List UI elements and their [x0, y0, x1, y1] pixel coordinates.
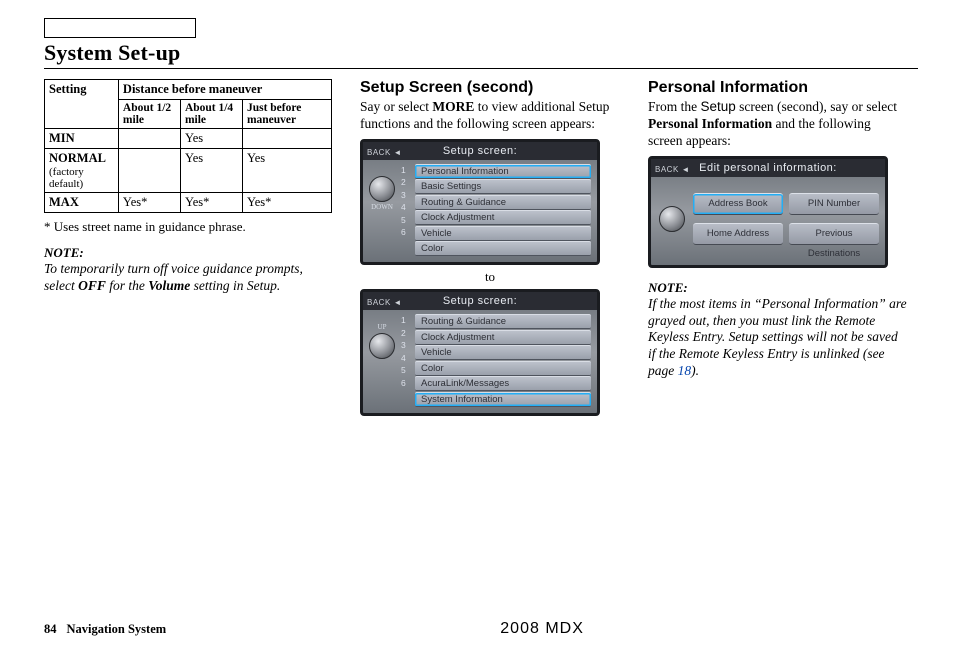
list-item[interactable]: Routing & Guidance	[415, 195, 591, 210]
setup-intro: Say or select MORE to view additional Se…	[360, 99, 620, 133]
device-titlebar: BACK ◄ Setup screen:	[363, 142, 597, 160]
note-body: If the most items in “Personal Informati…	[648, 296, 908, 380]
column-middle: Setup Screen (second) Say or select MORE…	[360, 79, 620, 609]
menu-list-1: Personal Information Basic Settings Rout…	[415, 164, 591, 257]
page-link[interactable]: 18	[678, 363, 692, 378]
device-title: Setup screen:	[443, 145, 517, 157]
list-item[interactable]: Clock Adjustment	[415, 210, 591, 225]
table-row: NORMAL(factory default) Yes Yes	[45, 149, 332, 193]
th-distance: Distance before maneuver	[118, 80, 331, 100]
list-item[interactable]: Color	[415, 361, 591, 376]
list-numbers: 1 2 3 4 5 6	[401, 164, 411, 238]
list-item[interactable]: Clock Adjustment	[415, 330, 591, 345]
list-numbers: 1 2 3 4 5 6	[401, 314, 411, 388]
page-number: 84	[44, 622, 57, 637]
note-body: To temporarily turn off voice guidance p…	[44, 261, 332, 295]
footer-label: Navigation System	[67, 622, 167, 637]
setup-screen-device-2: BACK ◄ Setup screen: UP 1 2 3 4 5 6	[360, 289, 600, 416]
list-item[interactable]: Vehicle	[415, 226, 591, 241]
knob-icon	[369, 333, 395, 359]
table-row: MAX Yes* Yes* Yes*	[45, 193, 332, 213]
device-titlebar: BACK ◄ Edit personal information:	[651, 159, 885, 177]
page-title: System Set-up	[44, 40, 918, 66]
personal-info-device: BACK ◄ Edit personal information: Addres…	[648, 156, 888, 268]
model-label: 2008 MDX	[166, 620, 918, 638]
list-item[interactable]: Color	[415, 241, 591, 256]
home-address-button[interactable]: Home Address	[693, 223, 783, 245]
footnote: * Uses street name in guidance phrase.	[44, 219, 332, 235]
table-row: MIN Yes	[45, 129, 332, 149]
back-label: BACK ◄	[367, 294, 402, 312]
back-label: BACK ◄	[367, 144, 402, 162]
th-setting: Setting	[45, 80, 119, 129]
settings-table: Setting Distance before maneuver About 1…	[44, 79, 332, 213]
section-personal-info: Personal Information	[648, 79, 908, 97]
list-item[interactable]: AcuraLink/Messages	[415, 376, 591, 391]
back-label: BACK ◄	[655, 161, 690, 179]
address-book-button[interactable]: Address Book	[693, 193, 783, 215]
list-item[interactable]: Routing & Guidance	[415, 314, 591, 329]
list-item[interactable]: Basic Settings	[415, 179, 591, 194]
pi-intro: From the Setup screen (second), say or s…	[648, 99, 908, 150]
section-setup-screen: Setup Screen (second)	[360, 79, 620, 97]
menu-list-2: Routing & Guidance Clock Adjustment Vehi…	[415, 314, 591, 407]
note-label: NOTE:	[648, 280, 908, 296]
up-arrow-icon: UP	[378, 324, 387, 331]
knob-icon	[369, 176, 395, 202]
device-title: Setup screen:	[443, 295, 517, 307]
device-titlebar: BACK ◄ Setup screen:	[363, 292, 597, 310]
list-item[interactable]: Personal Information	[415, 164, 591, 179]
previous-destinations-button[interactable]: Previous Destinations	[789, 223, 879, 245]
knob-icon	[659, 206, 685, 232]
device-title: Edit personal information:	[699, 162, 837, 174]
to-label: to	[360, 269, 620, 285]
subhead-1: About 1/4 mile	[180, 100, 242, 129]
column-left: Setting Distance before maneuver About 1…	[44, 79, 332, 609]
list-item[interactable]: Vehicle	[415, 345, 591, 360]
subhead-0: About 1/2 mile	[118, 100, 180, 129]
down-arrow-icon: DOWN	[371, 204, 393, 211]
note-label: NOTE:	[44, 245, 332, 261]
subhead-2: Just before maneuver	[242, 100, 331, 129]
footer: 84 Navigation System 2008 MDX	[44, 620, 918, 638]
title-rule	[44, 68, 918, 69]
setup-screen-device-1: BACK ◄ Setup screen: DOWN 1 2 3 4 5 6	[360, 139, 600, 266]
list-item[interactable]: System Information	[415, 392, 591, 407]
pin-number-button[interactable]: PIN Number	[789, 193, 879, 215]
column-right: Personal Information From the Setup scre…	[648, 79, 908, 609]
header-box	[44, 18, 196, 38]
